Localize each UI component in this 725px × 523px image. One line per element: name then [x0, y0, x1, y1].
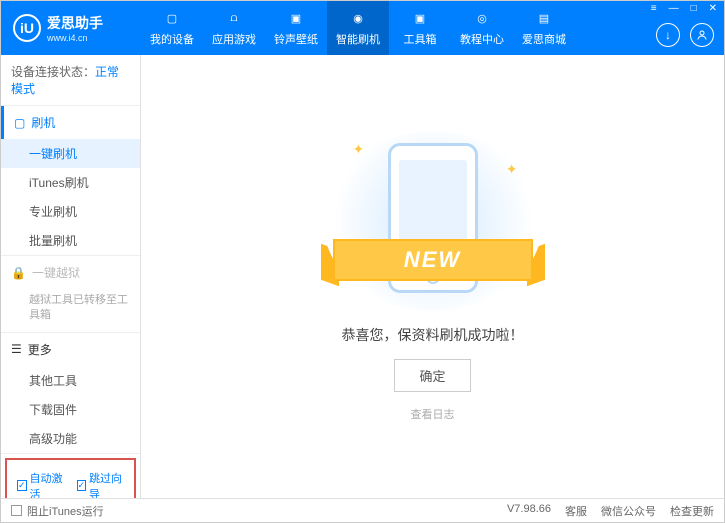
logo-area: iU 爱思助手 www.i4.cn	[1, 13, 141, 43]
toolbox-icon: ▣	[411, 10, 429, 28]
new-ribbon: NEW	[333, 239, 533, 281]
flash-icon: ◉	[349, 10, 367, 28]
sidebar-item-other-tools[interactable]: 其他工具	[1, 366, 140, 395]
minimize-button[interactable]: —	[666, 3, 682, 14]
app-title: 爱思助手	[47, 13, 103, 33]
nav-ringtones[interactable]: ▣铃声壁纸	[265, 1, 327, 55]
download-button[interactable]: ↓	[656, 23, 680, 47]
sidebar-item-pro-flash[interactable]: 专业刷机	[1, 197, 140, 226]
ok-button[interactable]: 确定	[394, 359, 470, 392]
sidebar-item-batch-flash[interactable]: 批量刷机	[1, 226, 140, 255]
store-icon: ▤	[535, 10, 553, 28]
sidebar-item-oneclick-flash[interactable]: 一键刷机	[1, 139, 140, 168]
window-controls: ≡ — □ ✕	[648, 3, 720, 14]
sidebar-jailbreak-header: 🔒 一键越狱	[1, 256, 140, 289]
nav-store[interactable]: ▤爱思商城	[513, 1, 575, 55]
maximize-button[interactable]: □	[688, 3, 700, 14]
checkbox-skip-guide[interactable]: ✓跳过向导	[77, 470, 125, 498]
more-icon: ☰	[11, 342, 22, 356]
user-button[interactable]	[690, 23, 714, 47]
close-button[interactable]: ✕	[706, 3, 720, 14]
lock-icon: 🔒	[11, 266, 26, 280]
nav-tutorials[interactable]: ◎教程中心	[451, 1, 513, 55]
sidebar-item-download-firmware[interactable]: 下载固件	[1, 395, 140, 424]
sidebar-item-advanced[interactable]: 高级功能	[1, 424, 140, 453]
success-message: 恭喜您，保资料刷机成功啦！	[342, 325, 524, 345]
footer-update[interactable]: 检查更新	[670, 503, 714, 519]
status-bar: 阻止iTunes运行 V7.98.66 客服 微信公众号 检查更新	[1, 498, 724, 522]
menu-button[interactable]: ≡	[648, 3, 660, 14]
wallpaper-icon: ▣	[287, 10, 305, 28]
sidebar-flash-header[interactable]: ▢ 刷机	[1, 106, 140, 139]
checkbox-auto-activate[interactable]: ✓自动激活	[17, 470, 65, 498]
app-url: www.i4.cn	[47, 33, 103, 43]
connection-status: 设备连接状态：正常模式	[1, 55, 140, 106]
nav-my-device[interactable]: ▢我的设备	[141, 1, 203, 55]
main-nav: ▢我的设备 ⩍应用游戏 ▣铃声壁纸 ◉智能刷机 ▣工具箱 ◎教程中心 ▤爱思商城	[141, 1, 575, 55]
options-row: ✓自动激活 ✓跳过向导	[5, 458, 136, 498]
sidebar: 设备连接状态：正常模式 ▢ 刷机 一键刷机 iTunes刷机 专业刷机 批量刷机…	[1, 55, 141, 498]
tutorial-icon: ◎	[473, 10, 491, 28]
success-illustration: ✦ ✦ · NEW	[323, 131, 543, 311]
sidebar-item-itunes-flash[interactable]: iTunes刷机	[1, 168, 140, 197]
main-content: ✦ ✦ · NEW 恭喜您，保资料刷机成功啦！ 确定 查看日志	[141, 55, 724, 498]
footer-service[interactable]: 客服	[565, 503, 587, 519]
nav-toolbox[interactable]: ▣工具箱	[389, 1, 451, 55]
app-header: iU 爱思助手 www.i4.cn ▢我的设备 ⩍应用游戏 ▣铃声壁纸 ◉智能刷…	[1, 1, 724, 55]
header-actions: ↓	[656, 23, 714, 47]
checkbox-block-itunes[interactable]: 阻止iTunes运行	[11, 503, 104, 519]
apps-icon: ⩍	[225, 10, 243, 28]
footer-wechat[interactable]: 微信公众号	[601, 503, 656, 519]
view-log-link[interactable]: 查看日志	[411, 406, 455, 422]
nav-flash[interactable]: ◉智能刷机	[327, 1, 389, 55]
sidebar-more-header[interactable]: ☰ 更多	[1, 333, 140, 366]
version-label: V7.98.66	[507, 503, 551, 519]
device-icon: ▢	[163, 10, 181, 28]
logo-icon: iU	[13, 14, 41, 42]
jailbreak-note: 越狱工具已转移至工具箱	[1, 289, 140, 332]
nav-apps[interactable]: ⩍应用游戏	[203, 1, 265, 55]
flash-section-icon: ▢	[14, 116, 25, 130]
